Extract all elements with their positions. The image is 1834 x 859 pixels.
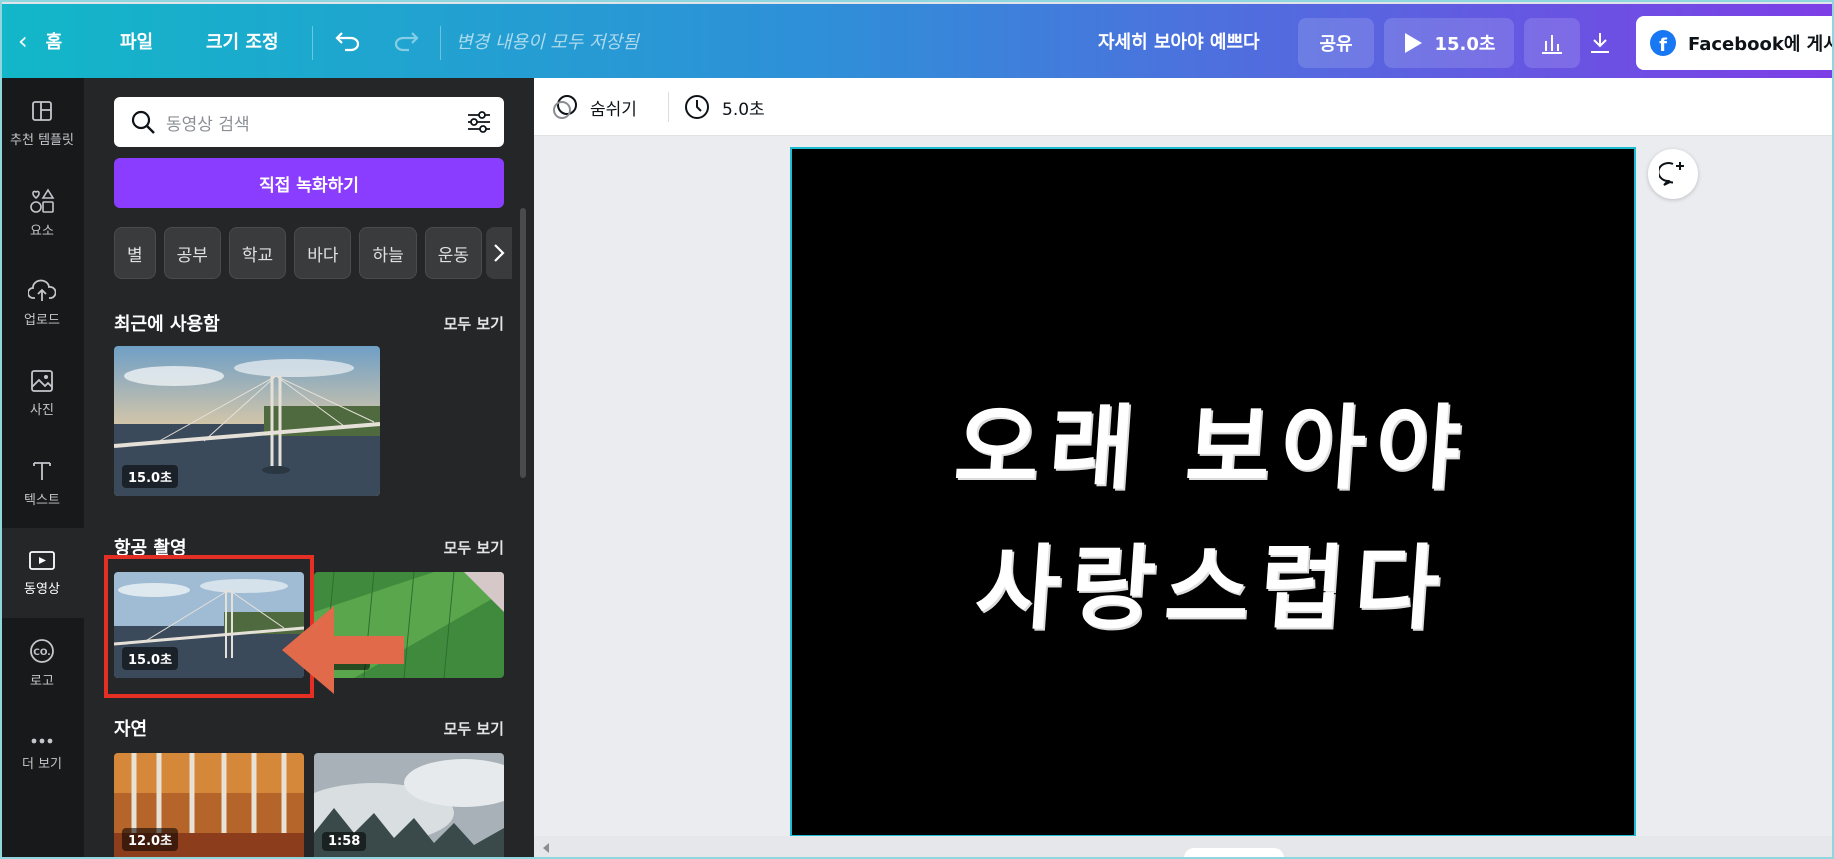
file-label: 파일 [120,32,154,53]
rail-item-text[interactable]: 텍스트 [0,438,84,528]
download-icon [1591,33,1609,53]
pages-toggle[interactable] [1184,848,1284,859]
search-placeholder: 동영상 검색 [166,114,250,135]
video-thumb-bridge-recent[interactable]: 15.0초 [114,346,380,496]
design-page[interactable]: 오래 보아야 사랑스럽다 [790,147,1636,837]
video-search-field[interactable]: 동영상 검색 [114,97,504,147]
comment-plus-icon [1659,162,1684,186]
save-status: 변경 내용이 모두 저장됨 [456,32,639,53]
design-title[interactable]: 자세히 보아야 예쁘다 [1098,4,1260,78]
undo-button[interactable] [334,4,362,78]
chevron-right-icon [494,244,505,262]
logo-icon-text: CO. [33,648,51,658]
video-duration: 1:58 [322,832,367,851]
video-duration: 15.0초 [122,465,179,488]
panel-scrollbar[interactable] [520,208,526,478]
canvas-horizontal-scrollbar[interactable] [534,836,1834,859]
chip-study[interactable]: 공부 [163,227,221,279]
annotation-arrow [282,606,404,694]
canvas-toolbar: 숨쉬기 5.0초 [534,78,1834,136]
top-bar: ‹ 홈 파일 크기 조정 변경 내용이 모두 저장됨 자세히 보아야 예쁘다 공… [0,0,1834,78]
redo-button[interactable] [392,4,420,78]
photo-icon [31,369,53,392]
resize-button[interactable]: 크기 조정 [206,4,279,78]
facebook-post-button[interactable]: f Facebook에 게시 [1636,16,1834,70]
chip-sky[interactable]: 하늘 [359,227,417,279]
divider [312,26,313,60]
video-duration: 12.0초 [122,828,179,851]
facebook-logo-letter: f [1659,35,1667,56]
chip-exercise[interactable]: 운동 [424,227,483,279]
rail-item-templates[interactable]: 추천 템플릿 [0,78,84,168]
rail-label: 추천 템플릿 [10,132,74,148]
add-comment-button[interactable] [1648,149,1698,199]
video-icon [29,550,55,570]
rail-label: 동영상 [24,581,60,597]
text-icon [33,461,51,480]
divider [440,26,441,60]
share-button[interactable]: 공유 [1298,18,1374,68]
quote-line-2[interactable]: 사랑스럽다 [787,514,1638,647]
duration-label: 5.0초 [722,99,765,120]
section-title-nature: 자연 [114,719,148,740]
file-menu-button[interactable]: 파일 [120,4,153,78]
chevron-left-icon: ‹ [18,27,28,55]
facebook-icon: f [1650,30,1676,56]
hide-label: 숨쉬기 [590,99,637,120]
transparency-icon [553,95,577,119]
rail-item-photos[interactable]: 사진 [0,348,84,438]
video-panel: 동영상 검색 직접 녹화하기 별 공부 학교 바다 하늘 운동 최근에 사용함 … [84,78,534,859]
bar-chart-icon [1542,35,1562,54]
rail-label: 사진 [30,402,54,418]
video-thumb-misty-forest[interactable]: 1:58 [314,753,504,859]
scroll-left-icon [543,843,549,853]
hide-transition-button[interactable]: 숨쉬기 [552,78,637,136]
home-button[interactable]: ‹ 홈 [18,4,62,78]
chip-school[interactable]: 학교 [228,227,287,279]
play-button[interactable]: 15.0초 [1384,18,1514,68]
play-duration: 15.0초 [1434,34,1496,55]
upload-icon [28,279,56,301]
chip-sea[interactable]: 바다 [294,227,352,279]
rail-item-logos[interactable]: CO. 로고 [0,618,84,708]
rail-item-videos[interactable]: 동영상 [0,528,84,618]
divider [668,92,669,122]
chip-star[interactable]: 별 [114,227,156,279]
home-label: 홈 [45,32,63,53]
redo-icon [394,32,419,52]
rail-item-upload[interactable]: 업로드 [0,258,84,348]
side-rail: 추천 템플릿 요소 업로드 사진 텍스트 동영상 CO. 로고 더 보기 [0,78,84,859]
undo-icon [335,32,360,52]
keyword-chips: 별 공부 학교 바다 하늘 운동 [114,227,483,279]
record-yourself-button[interactable]: 직접 녹화하기 [114,158,504,208]
rail-label: 더 보기 [21,756,62,772]
facebook-post-label: Facebook에 게시 [1688,34,1834,55]
download-button[interactable] [1572,18,1628,68]
see-all-nature-link[interactable]: 모두 보기 [444,718,504,739]
rail-label: 요소 [30,223,54,239]
filter-icon[interactable] [466,110,492,134]
resize-label: 크기 조정 [206,32,279,53]
see-all-aerial-link[interactable]: 모두 보기 [444,537,504,558]
see-all-recent-link[interactable]: 모두 보기 [444,313,504,334]
rail-item-elements[interactable]: 요소 [0,168,84,258]
section-title-recent: 최근에 사용함 [114,314,220,335]
video-thumb-autumn-forest[interactable]: 12.0초 [114,753,304,859]
clock-icon [685,95,709,119]
search-icon [131,110,155,134]
rail-label: 업로드 [24,312,60,328]
chips-next-button[interactable] [486,227,512,279]
template-icon [32,100,52,121]
rail-item-more[interactable]: 더 보기 [0,708,84,798]
rail-label: 로고 [30,673,54,689]
play-icon [1404,33,1422,53]
more-icon [31,738,53,743]
duration-button[interactable]: 5.0초 [684,78,765,136]
rail-label: 텍스트 [24,492,60,508]
elements-icon [30,187,55,213]
quote-line-1[interactable]: 오래 보아야 [787,374,1638,507]
